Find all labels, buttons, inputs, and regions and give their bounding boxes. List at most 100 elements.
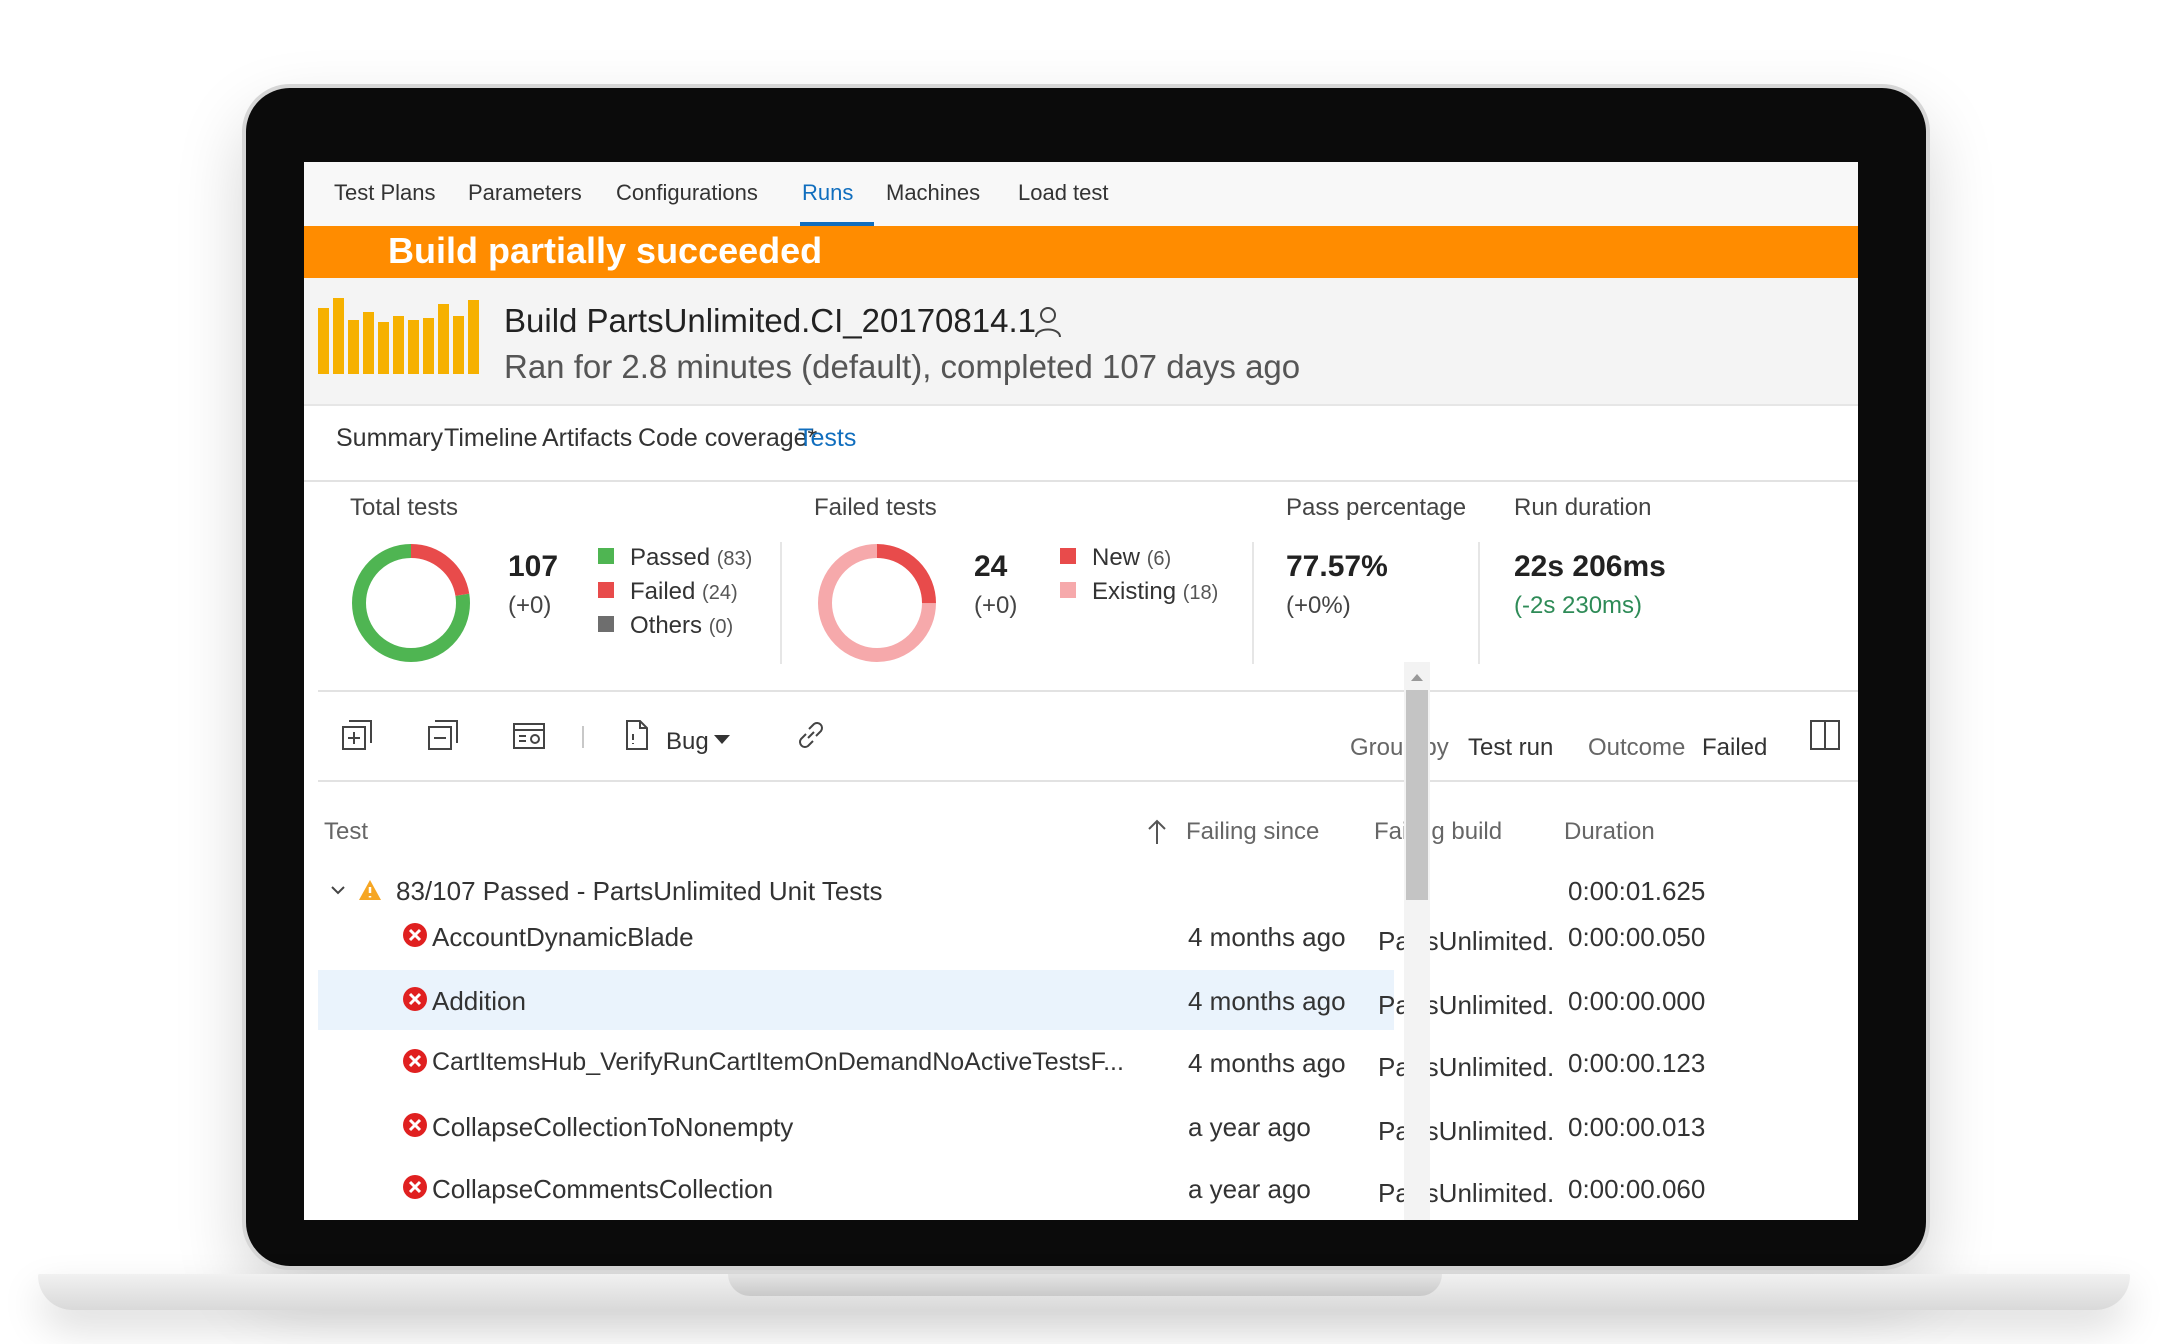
group-duration: 0:00:01.625 <box>1568 876 1706 906</box>
scrollbar-thumb[interactable] <box>1406 690 1428 900</box>
build-title: Build PartsUnlimited.CI_20170814.1 <box>504 302 1036 339</box>
toolbar-separator <box>582 726 584 748</box>
sort-ascending-icon[interactable] <box>1146 818 1168 846</box>
column-failing-since[interactable]: Failing since <box>1186 818 1319 846</box>
failing-since: a year ago <box>1188 1112 1311 1142</box>
run-duration-delta: (-2s 230ms) <box>1514 592 1643 619</box>
column-duration[interactable]: Duration <box>1564 818 1655 846</box>
test-name: CollapseCollectionToNonempty <box>432 1112 794 1142</box>
failed-tests-label: Failed tests <box>814 494 937 521</box>
group-by-value[interactable]: Test run <box>1468 734 1553 762</box>
total-tests-donut <box>352 544 470 662</box>
banner-text: Build partially succeeded <box>388 230 823 271</box>
legend-failed: Failed (24) <box>598 578 738 606</box>
table-row[interactable]: Addition 4 months ago PartsUnlimited. 0:… <box>318 970 1705 1030</box>
warning-icon <box>359 880 381 900</box>
pass-percentage-label: Pass percentage <box>1286 494 1467 521</box>
tab-parameters[interactable]: Parameters <box>468 180 582 206</box>
person-icon <box>1035 307 1061 338</box>
failing-since: 4 months ago <box>1188 922 1346 952</box>
duration: 0:00:00.050 <box>1568 922 1706 952</box>
column-options-icon[interactable] <box>512 718 546 752</box>
table-row[interactable]: AccountDynamicBlade 4 months ago PartsUn… <box>318 908 1705 968</box>
build-history-chart[interactable] <box>318 298 488 374</box>
collapse-all-icon[interactable] <box>426 718 460 752</box>
group-by-label: Group by <box>1350 734 1449 761</box>
card-separator <box>1478 542 1480 664</box>
legend-others: Others (0) <box>598 612 733 640</box>
build-header: Build PartsUnlimited.CI_20170814.1 Ran f… <box>304 278 1858 406</box>
failed-icon <box>403 1175 427 1199</box>
tab-code-coverage[interactable]: Code coverage* <box>638 424 817 453</box>
document-icon[interactable] <box>620 718 654 752</box>
divider <box>318 690 1858 692</box>
failing-since: 4 months ago <box>1188 986 1346 1016</box>
column-test[interactable]: Test <box>324 818 368 846</box>
legend-swatch <box>598 548 614 564</box>
legend-passed: Passed (83) <box>598 544 752 572</box>
tab-test-plans[interactable]: Test Plans <box>334 180 436 206</box>
failed-icon <box>403 987 427 1011</box>
failing-since: a year ago <box>1188 1174 1311 1204</box>
build-subtitle: Ran for 2.8 minutes (default), completed… <box>504 348 1301 385</box>
divider <box>318 780 1858 782</box>
tab-load-test[interactable]: Load test <box>1018 180 1109 206</box>
run-duration-label: Run duration <box>1514 494 1652 521</box>
test-name: Addition <box>432 986 526 1016</box>
failed-icon <box>403 1113 427 1137</box>
duration: 0:00:00.123 <box>1568 1048 1706 1078</box>
test-name: CollapseCommentsCollection <box>432 1174 774 1204</box>
expand-all-icon[interactable] <box>340 718 374 752</box>
link-icon[interactable] <box>794 718 828 752</box>
divider <box>304 480 1858 482</box>
total-tests-count: 107 <box>508 550 559 583</box>
group-label[interactable]: 83/107 Passed - PartsUnlimited Unit Test… <box>396 876 883 907</box>
tab-summary[interactable]: Summary <box>336 424 443 453</box>
chevron-down-icon[interactable] <box>714 735 730 745</box>
card-separator <box>780 542 782 664</box>
tab-machines[interactable]: Machines <box>886 180 980 206</box>
test-name: CartItemsHub_VerifyRunCartItemOnDemandNo… <box>432 1048 1124 1076</box>
table-row[interactable]: CollapseCollectionToNonempty a year ago … <box>318 1096 1705 1156</box>
pass-percentage-delta: (+0%) <box>1286 592 1351 619</box>
table-row[interactable]: CollapseCommentsCollection a year ago Pa… <box>318 1158 1705 1218</box>
column-failing-build[interactable]: Failing build <box>1374 818 1502 846</box>
laptop-notch <box>728 1274 1442 1296</box>
failing-since: 4 months ago <box>1188 1048 1346 1078</box>
total-tests-label: Total tests <box>350 494 459 521</box>
chevron-down-icon[interactable] <box>330 884 346 896</box>
legend-swatch <box>1060 582 1076 598</box>
duration: 0:00:00.000 <box>1568 986 1706 1016</box>
legend-swatch <box>598 582 614 598</box>
run-duration-value: 22s 206ms <box>1514 550 1666 583</box>
legend-new: New (6) <box>1060 544 1171 572</box>
failed-tests-count: 24 <box>974 550 1008 583</box>
card-separator <box>1252 542 1254 664</box>
tab-tests[interactable]: Tests <box>798 424 856 453</box>
duration: 0:00:00.060 <box>1568 1174 1706 1204</box>
scroll-up-icon[interactable] <box>1408 670 1426 684</box>
screen: Test Plans Parameters Configurations Run… <box>304 162 1858 1220</box>
bug-dropdown[interactable]: Bug <box>666 728 709 756</box>
outcome-value[interactable]: Failed <box>1702 734 1767 762</box>
tab-runs[interactable]: Runs <box>802 180 853 206</box>
test-name: AccountDynamicBlade <box>432 922 694 952</box>
pass-percentage-value: 77.57% <box>1286 550 1388 583</box>
tab-configurations[interactable]: Configurations <box>616 180 758 206</box>
duration: 0:00:00.013 <box>1568 1112 1706 1142</box>
detail-pane-icon[interactable] <box>1808 718 1842 752</box>
tab-timeline[interactable]: Timeline <box>444 424 538 453</box>
table-row[interactable]: CartItemsHub_VerifyRunCartItemOnDemandNo… <box>318 1034 1705 1094</box>
legend-swatch <box>598 616 614 632</box>
total-tests-delta: (+0) <box>508 592 552 619</box>
failed-tests-donut <box>818 544 936 662</box>
tab-artifacts[interactable]: Artifacts <box>542 424 632 453</box>
failed-icon <box>403 1049 427 1073</box>
top-nav: Test Plans Parameters Configurations Run… <box>304 162 1858 226</box>
failed-tests-delta: (+0) <box>974 592 1018 619</box>
outcome-label: Outcome <box>1588 734 1686 761</box>
build-status-banner: Build partially succeeded <box>304 226 1858 278</box>
failed-icon <box>403 923 427 947</box>
legend-existing: Existing (18) <box>1060 578 1218 606</box>
legend-swatch <box>1060 548 1076 564</box>
